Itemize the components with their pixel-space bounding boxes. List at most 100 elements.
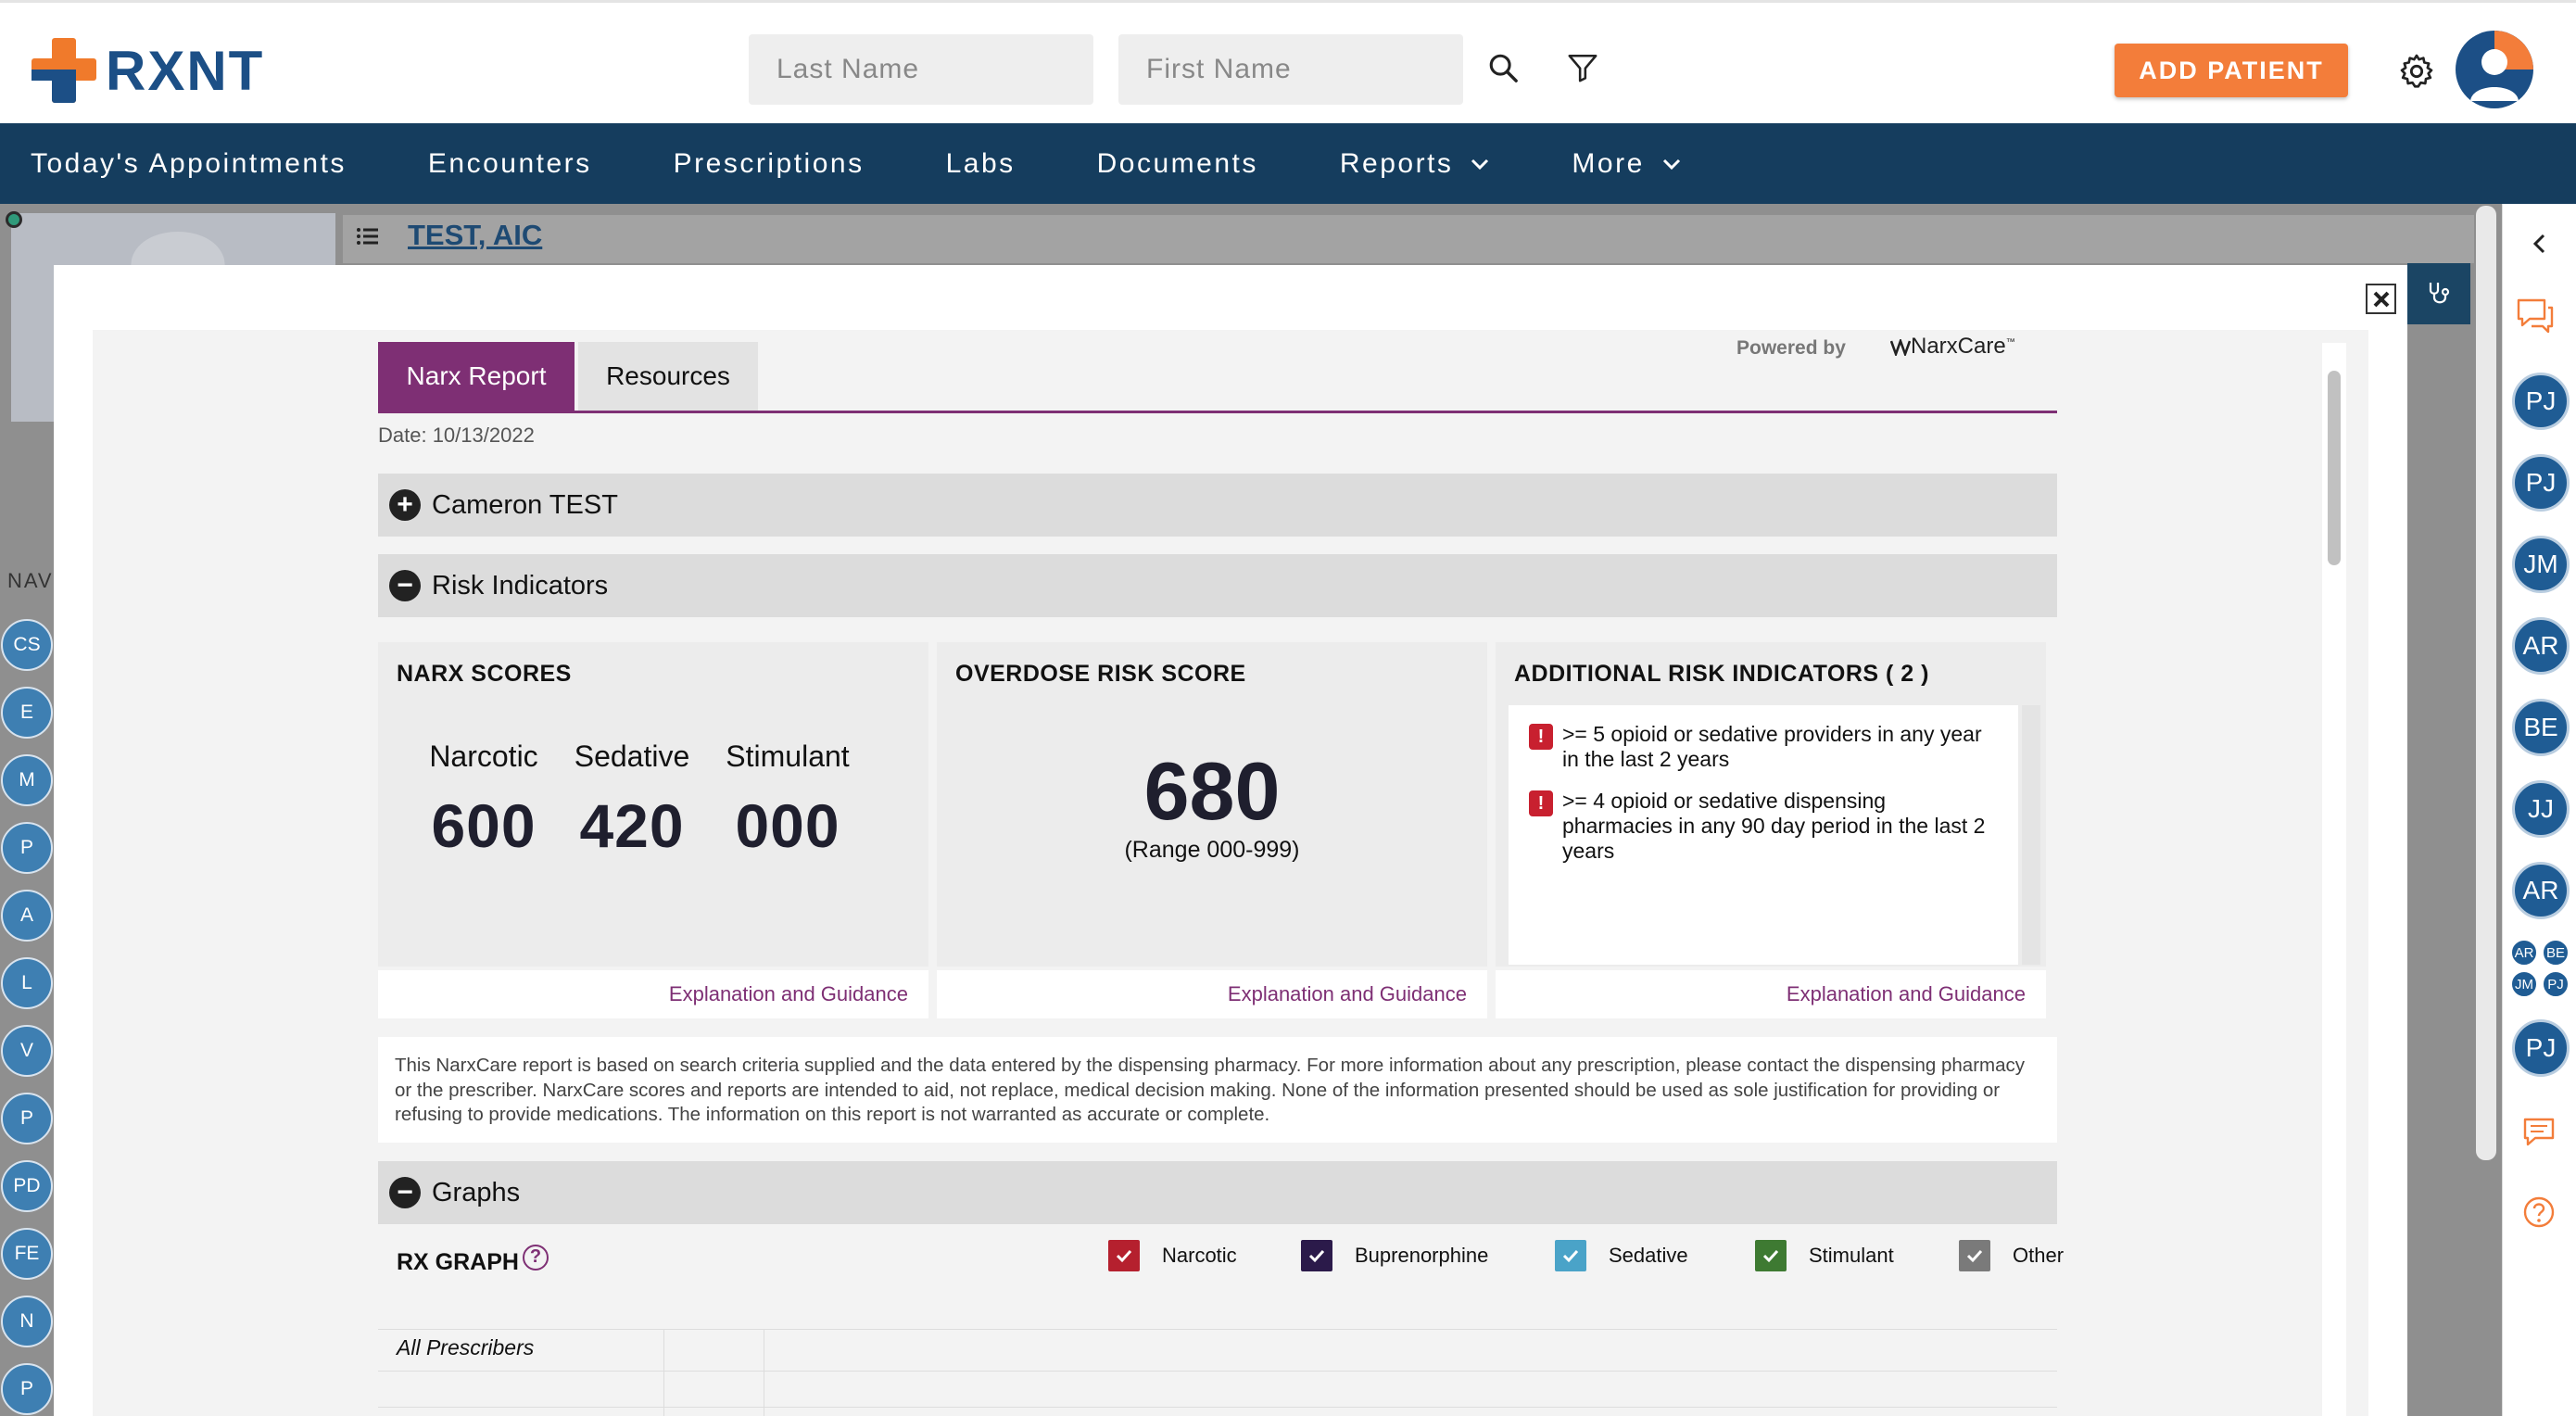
first-name-input[interactable]	[1118, 34, 1463, 105]
modal-close-button[interactable]	[2366, 284, 2396, 314]
user-chip[interactable]: AR	[2512, 617, 2570, 675]
legend-sedative[interactable]: Sedative	[1555, 1240, 1688, 1271]
additional-risk-panel: ADDITIONAL RISK INDICATORS ( 2 ) ! >= 5 …	[1496, 642, 2046, 967]
legend-narcotic[interactable]: Narcotic	[1108, 1240, 1237, 1271]
logo-text: RXNT	[106, 39, 265, 102]
search-icon	[1489, 54, 1518, 82]
collapse-minus-icon: −	[389, 1177, 421, 1208]
score-label: Narcotic	[429, 740, 538, 773]
left-nav-item[interactable]: M	[1, 754, 53, 806]
nav-label: Today's Appointments	[31, 147, 347, 179]
risk-indicator-text: >= 5 opioid or sedative providers in any…	[1562, 722, 1982, 771]
rx-graph-title: RX GRAPH ?	[397, 1244, 549, 1276]
legend-label: Sedative	[1609, 1244, 1688, 1267]
user-chip[interactable]: JJ	[2512, 780, 2570, 838]
left-nav-item[interactable]: CS	[1, 619, 53, 671]
legend-label: Stimulant	[1809, 1244, 1894, 1267]
patient-header-bar	[343, 215, 2474, 263]
legend-other[interactable]: Other	[1959, 1240, 2064, 1271]
logo-mark-icon	[32, 38, 96, 103]
left-nav-item[interactable]: V	[1, 1025, 53, 1077]
checkbox-checked-icon[interactable]	[1755, 1240, 1787, 1271]
left-nav-item[interactable]: PD	[1, 1160, 53, 1212]
report-disclaimer: This NarxCare report is based on search …	[378, 1037, 2057, 1143]
nav-documents[interactable]: Documents	[1097, 148, 1258, 180]
user-chip[interactable]: PJ	[2512, 1019, 2570, 1077]
clinical-tab[interactable]	[2407, 263, 2470, 324]
help-circle-icon[interactable]	[2522, 1195, 2556, 1229]
checkbox-checked-icon[interactable]	[1555, 1240, 1586, 1271]
nav-todays-appointments[interactable]: Today's Appointments	[31, 148, 347, 180]
checkbox-checked-icon[interactable]	[1301, 1240, 1332, 1271]
nav-label: Encounters	[427, 147, 592, 179]
score-value: 420	[579, 791, 685, 860]
tab-resources[interactable]: Resources	[578, 342, 758, 411]
user-chip[interactable]: PJ	[2512, 454, 2570, 512]
left-nav-item[interactable]: P	[1, 1093, 53, 1144]
patient-name-link[interactable]: TEST, AIC	[408, 219, 542, 252]
left-nav-item[interactable]: FE	[1, 1228, 53, 1280]
overdose-guidance-link[interactable]: Explanation and Guidance	[937, 970, 1487, 1018]
overdose-range: (Range 000-999)	[1124, 837, 1300, 863]
left-nav-item[interactable]: P	[1, 1363, 53, 1415]
report-scrollbar-thumb[interactable]	[2328, 371, 2341, 565]
message-icon[interactable]	[2522, 1116, 2556, 1149]
chat-bubbles-icon[interactable]	[2515, 295, 2556, 335]
additional-guidance-link[interactable]: Explanation and Guidance	[1496, 970, 2046, 1018]
risk-indicator-list: ! >= 5 opioid or sedative providers in a…	[1509, 705, 2018, 965]
warning-icon: !	[1529, 790, 1553, 816]
stimulant-score: Stimulant 000	[713, 740, 862, 861]
nav-labs[interactable]: Labs	[946, 148, 1016, 180]
warning-icon: !	[1529, 724, 1553, 750]
checkbox-checked-icon[interactable]	[1959, 1240, 1990, 1271]
rxnt-logo[interactable]: RXNT	[32, 38, 272, 103]
tab-narx-report[interactable]: Narx Report	[378, 342, 575, 411]
last-name-input[interactable]	[749, 34, 1093, 105]
graphs-section-header[interactable]: − Graphs	[378, 1161, 2057, 1224]
panel-title: OVERDOSE RISK SCORE	[955, 661, 1246, 687]
checkbox-checked-icon[interactable]	[1108, 1240, 1140, 1271]
chevron-left-icon[interactable]	[2528, 232, 2552, 256]
page-scrollbar[interactable]	[2476, 206, 2496, 1160]
left-nav-item[interactable]: A	[1, 890, 53, 942]
left-nav-item[interactable]: L	[1, 957, 53, 1009]
list-item: ! >= 5 opioid or sedative providers in a…	[1529, 722, 1992, 772]
nav-prescriptions[interactable]: Prescriptions	[674, 148, 865, 180]
narx-guidance-link[interactable]: Explanation and Guidance	[378, 970, 928, 1018]
score-label: Stimulant	[726, 740, 850, 773]
nav-encounters[interactable]: Encounters	[428, 148, 592, 180]
risk-section-header[interactable]: − Risk Indicators	[378, 554, 2057, 617]
gear-icon	[2400, 54, 2433, 88]
all-prescribers-label: All Prescribers	[397, 1335, 535, 1359]
user-chip[interactable]: JM	[2512, 536, 2570, 593]
score-value: 000	[735, 791, 840, 860]
left-nav-item[interactable]: N	[1, 1296, 53, 1347]
add-patient-button[interactable]: ADD PATIENT	[2115, 44, 2348, 97]
user-chip[interactable]: BE	[2512, 699, 2570, 756]
user-chip[interactable]: AR	[2512, 862, 2570, 919]
risk-list-scrollbar[interactable]	[2022, 705, 2040, 965]
user-chip[interactable]: PJ	[2512, 373, 2570, 430]
nav-label: Reports	[1339, 147, 1454, 179]
user-avatar[interactable]	[2456, 31, 2533, 108]
rx-graph-title-text: RX GRAPH	[397, 1249, 519, 1275]
tab-divider	[378, 411, 2057, 413]
patient-section-header[interactable]: + Cameron TEST	[378, 474, 2057, 537]
narxcare-mark-icon	[1889, 336, 1912, 358]
nav-reports[interactable]: Reports	[1340, 148, 1491, 180]
group-chip[interactable]: AR BE JM PJ	[2511, 940, 2570, 999]
nav-more[interactable]: More	[1572, 148, 1681, 180]
legend-stimulant[interactable]: Stimulant	[1755, 1240, 1894, 1271]
group-member: BE	[2543, 940, 2569, 966]
settings-button[interactable]	[2389, 44, 2444, 99]
search-button[interactable]	[1473, 40, 1533, 95]
help-icon[interactable]: ?	[522, 1244, 549, 1271]
legend-label: Buprenorphine	[1355, 1244, 1489, 1267]
left-nav-item[interactable]: P	[1, 822, 53, 874]
left-nav-item[interactable]: E	[1, 687, 53, 739]
chevron-down-icon	[1662, 158, 1680, 170]
legend-buprenorphine[interactable]: Buprenorphine	[1301, 1240, 1488, 1271]
filter-button[interactable]	[1553, 40, 1612, 95]
narxcare-logo-text: NarxCare	[1911, 334, 2006, 359]
list-icon[interactable]	[354, 222, 382, 250]
